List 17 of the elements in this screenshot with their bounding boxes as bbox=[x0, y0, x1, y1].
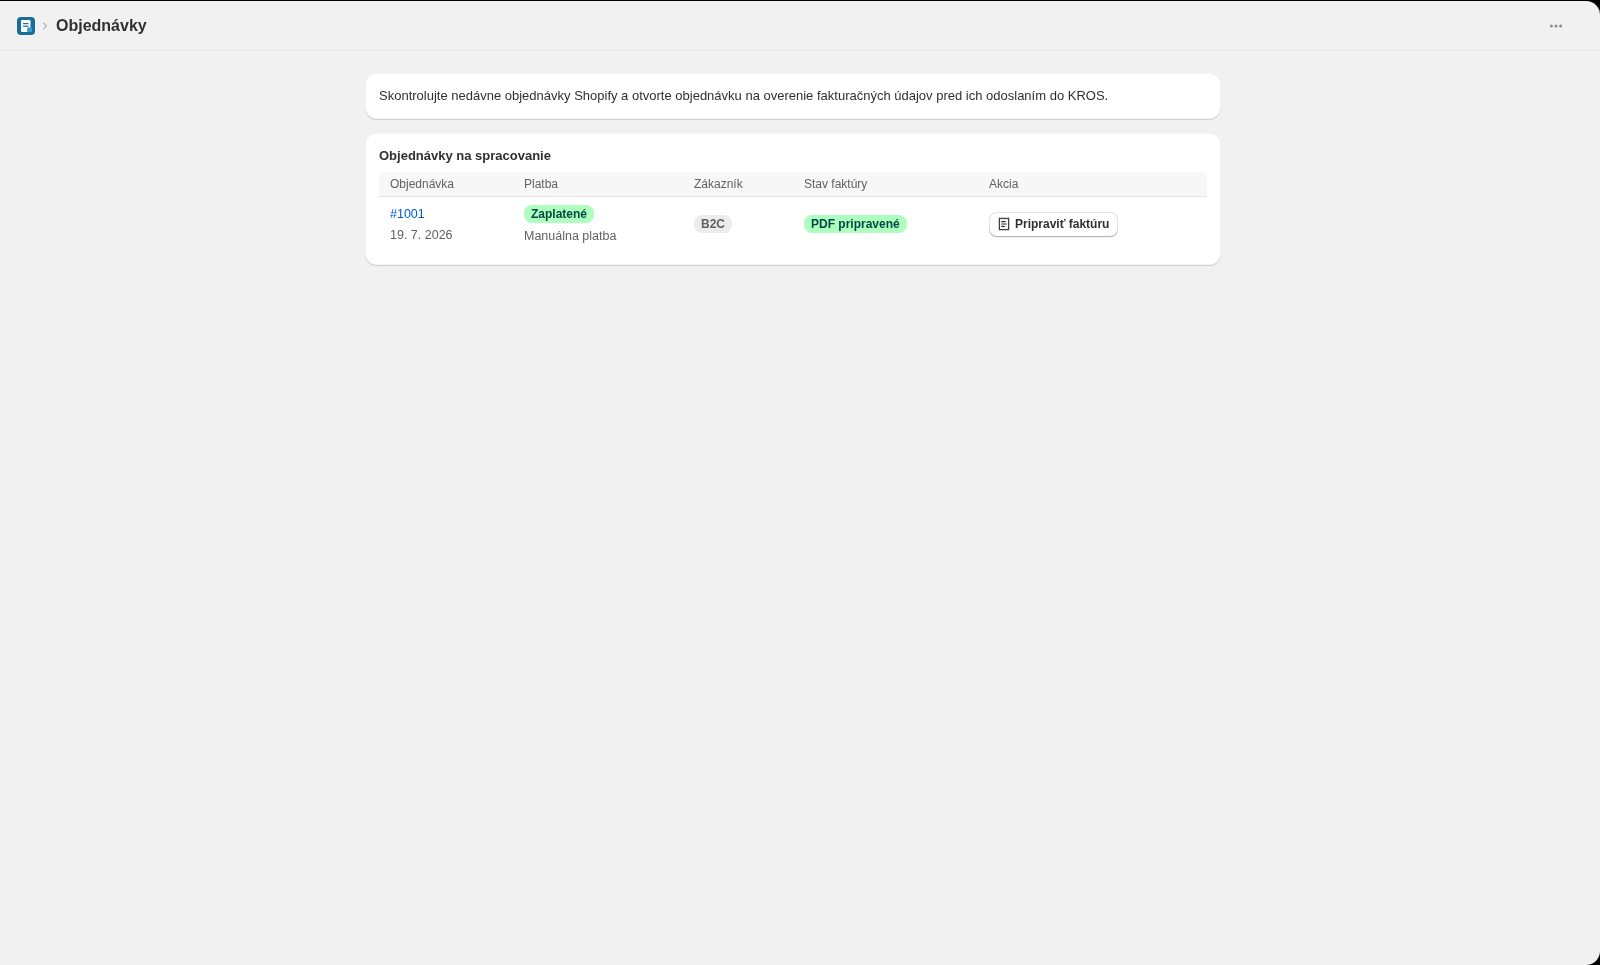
app-logo-icon bbox=[17, 16, 35, 35]
column-header: Platba bbox=[524, 177, 559, 191]
column-header: Zákazník bbox=[694, 177, 743, 191]
page-title: Objednávky bbox=[56, 16, 147, 35]
payment-status-badge: Zaplatené bbox=[524, 204, 594, 223]
column-header: Akcia bbox=[989, 177, 1019, 191]
invoice-status-badge: PDF pripravené bbox=[804, 215, 907, 233]
prepare-invoice-button[interactable]: Pripraviť faktúru bbox=[989, 211, 1119, 237]
column-header: Objednávka bbox=[390, 177, 455, 191]
receipt-icon bbox=[997, 217, 1011, 231]
column-header: Stav faktúry bbox=[804, 177, 868, 191]
payment-method: Manuálna platba bbox=[524, 227, 617, 244]
order-date: 19. 7. 2026 bbox=[390, 226, 453, 243]
card-title: Objednávky na spracovanie bbox=[379, 147, 552, 165]
info-text: Skontrolujte nedávne objednávky Shopify a otvorte objednávku na overenie fakturačných údajov pred ich odoslaním do KROS. bbox=[379, 87, 1110, 105]
customer-type-badge: B2C bbox=[694, 215, 732, 233]
order-link[interactable]: #1001 bbox=[390, 205, 425, 222]
